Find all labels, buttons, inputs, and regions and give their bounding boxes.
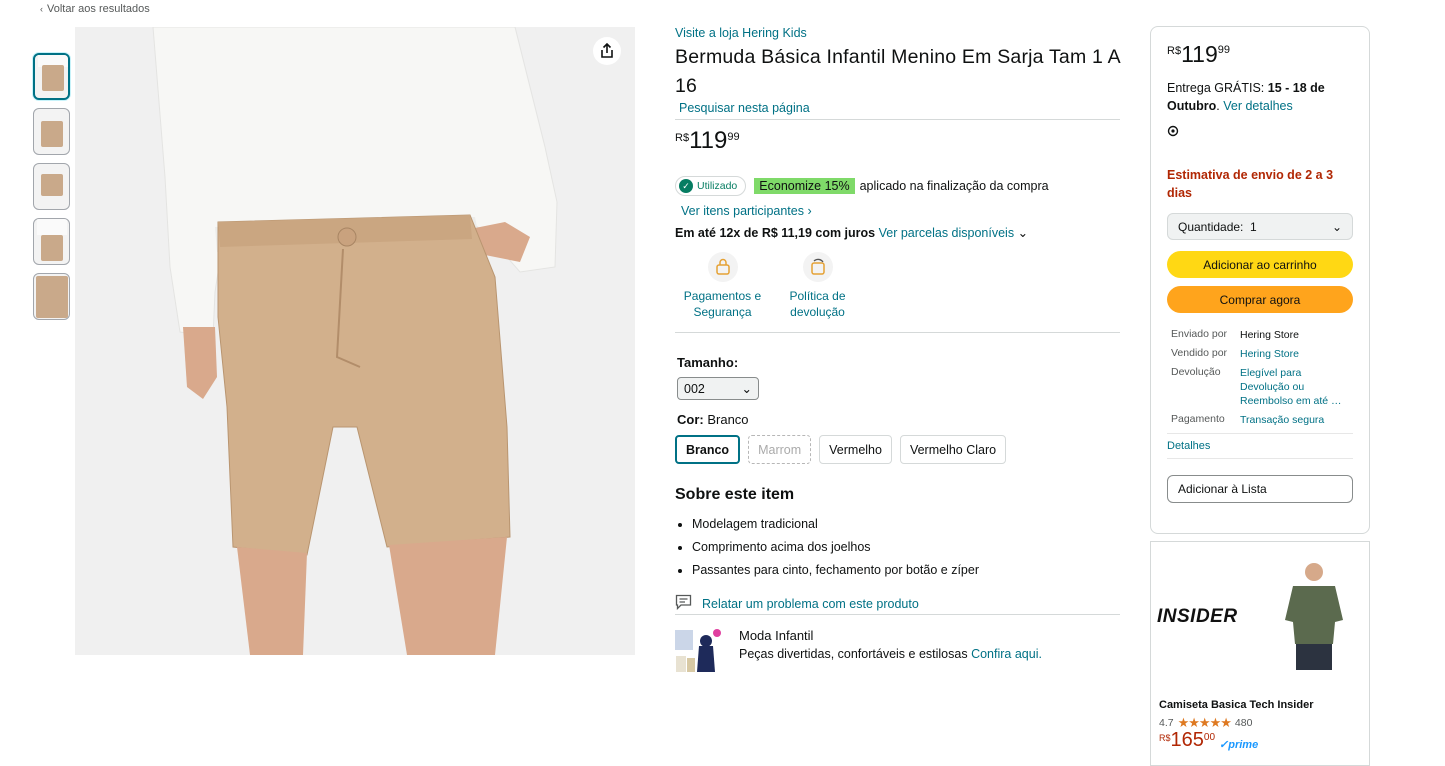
back-to-results-link[interactable]: ‹ Voltar aos resultados bbox=[40, 3, 150, 15]
share-button[interactable] bbox=[593, 37, 621, 65]
product-price: R$ 119 99 bbox=[675, 127, 740, 154]
color-swatches: Branco Marrom Vermelho Vermelho Claro bbox=[675, 435, 1120, 464]
coupon-text: aplicado na finalização da compra bbox=[859, 179, 1049, 193]
report-icon bbox=[675, 594, 692, 613]
add-to-list-button[interactable]: Adicionar à Lista bbox=[1167, 475, 1353, 503]
check-icon: ✓ bbox=[679, 179, 693, 193]
swatch-vermelho-claro[interactable]: Vermelho Claro bbox=[899, 435, 1007, 464]
thumbnail-3[interactable] bbox=[33, 163, 70, 210]
product-details: Visite a loja Hering Kids Bermuda Básica… bbox=[675, 26, 1120, 674]
buy-box: R$ 119 99 Entrega GRÁTIS: 15 - 18 de Out… bbox=[1150, 26, 1370, 534]
divider bbox=[675, 332, 1120, 333]
size-select[interactable]: 002 ⌄ bbox=[677, 377, 759, 400]
see-participating-items-link[interactable]: Ver itens participantes › bbox=[681, 204, 1120, 218]
thumbnail-strip bbox=[33, 53, 71, 328]
chevron-left-icon: ‹ bbox=[40, 4, 43, 14]
coupon-used-badge: ✓ Utilizado bbox=[675, 176, 747, 196]
ad-price: R$ 165 00 ✓prime bbox=[1159, 729, 1259, 751]
moda-link[interactable]: Confira aqui. bbox=[971, 647, 1042, 661]
divider bbox=[1167, 458, 1353, 459]
ad-product-image[interactable] bbox=[1279, 560, 1349, 672]
thumbnail-4[interactable] bbox=[33, 218, 70, 265]
about-list: Modelagem tradicional Comprimento acima … bbox=[692, 517, 1120, 577]
moda-infantil-image[interactable] bbox=[675, 628, 721, 674]
divider bbox=[1167, 433, 1353, 434]
installments: Em até 12x de R$ 11,19 com juros Ver par… bbox=[675, 226, 1029, 240]
moda-title: Moda Infantil bbox=[739, 628, 814, 643]
share-icon bbox=[601, 43, 613, 58]
shipping-estimate: Estimativa de envio de 2 a 3 dias bbox=[1167, 168, 1334, 200]
add-to-cart-button[interactable]: Adicionar ao carrinho bbox=[1167, 251, 1353, 278]
moda-text: Peças divertidas, confortáveis e estilos… bbox=[739, 647, 968, 661]
delivery-details-link[interactable]: Ver detalhes bbox=[1223, 99, 1293, 113]
coupon-row: ✓ Utilizado Economize 15% aplicado na fin… bbox=[675, 176, 1120, 196]
details-link[interactable]: Detalhes bbox=[1167, 440, 1353, 452]
chevron-down-icon: ⌄ bbox=[741, 382, 752, 396]
coupon-highlight: Economize 15% bbox=[754, 178, 855, 194]
sponsored-ad[interactable]: INSIDER Camiseta Basica Tech Insider 4.7… bbox=[1150, 541, 1370, 766]
seller-info: Enviado por Hering Store Vendido por Herin… bbox=[1171, 328, 1353, 427]
divider bbox=[675, 614, 1120, 615]
buybox-price: R$ 119 99 bbox=[1167, 41, 1230, 67]
trust-badges: Pagamentos e Segurança Política de devol… bbox=[675, 252, 1120, 320]
color-label: Cor: Branco bbox=[677, 412, 749, 427]
payments-security-badge[interactable]: Pagamentos e Segurança bbox=[675, 252, 770, 320]
ad-product-name[interactable]: Camiseta Basica Tech Insider bbox=[1159, 699, 1313, 711]
chevron-down-icon: ⌄ bbox=[1331, 219, 1342, 234]
chevron-down-icon[interactable]: ⌄ bbox=[1018, 226, 1028, 240]
ad-brand-logo: INSIDER bbox=[1157, 606, 1238, 627]
installments-link[interactable]: Ver parcelas disponíveis bbox=[879, 226, 1015, 240]
return-policy-link[interactable]: Elegível para Devolução ou Reembolso em … bbox=[1240, 366, 1350, 408]
seller-link[interactable]: Hering Store bbox=[1240, 347, 1350, 361]
return-policy-badge[interactable]: Política de devolução bbox=[770, 252, 865, 320]
about-heading: Sobre este item bbox=[675, 486, 795, 503]
thumbnail-2[interactable] bbox=[33, 108, 70, 155]
search-this-page-link[interactable]: Pesquisar nesta página bbox=[679, 101, 1120, 115]
location-icon[interactable] bbox=[1167, 125, 1353, 140]
product-title: Bermuda Básica Infantil Menino Em Sarja … bbox=[675, 46, 1120, 97]
quantity-select[interactable]: Quantidade: 1 ⌄ bbox=[1167, 213, 1353, 240]
thumbnail-1[interactable] bbox=[33, 53, 70, 100]
store-link[interactable]: Visite a loja Hering Kids bbox=[675, 26, 1120, 40]
buy-now-button[interactable]: Comprar agora bbox=[1167, 286, 1353, 313]
shorts-photo bbox=[75, 27, 635, 655]
chevron-right-icon: › bbox=[807, 204, 812, 218]
size-label: Tamanho: bbox=[677, 355, 739, 370]
report-problem-link[interactable]: Relatar um problema com este produto bbox=[675, 594, 1120, 613]
divider bbox=[675, 119, 1120, 120]
secure-transaction-link[interactable]: Transação segura bbox=[1240, 413, 1350, 427]
shipped-by-value: Hering Store bbox=[1240, 329, 1299, 341]
list-item: Comprimento acima dos joelhos bbox=[692, 540, 1120, 554]
swatch-vermelho[interactable]: Vermelho bbox=[819, 435, 892, 464]
prime-badge: ✓prime bbox=[1219, 739, 1259, 751]
return-policy-icon bbox=[802, 252, 833, 282]
list-item: Modelagem tradicional bbox=[692, 517, 1120, 531]
product-main-image[interactable] bbox=[75, 27, 635, 655]
list-item: Passantes para cinto, fechamento por bot… bbox=[692, 563, 1120, 577]
moda-infantil-promo: Moda Infantil Peças divertidas, confortá… bbox=[675, 628, 1120, 674]
swatch-branco[interactable]: Branco bbox=[675, 435, 741, 464]
lock-payment-icon bbox=[707, 252, 738, 282]
delivery-info: Entrega GRÁTIS: 15 - 18 de Outubro. Ver … bbox=[1167, 81, 1325, 113]
thumbnail-5[interactable] bbox=[33, 273, 70, 320]
swatch-marrom[interactable]: Marrom bbox=[748, 435, 812, 464]
